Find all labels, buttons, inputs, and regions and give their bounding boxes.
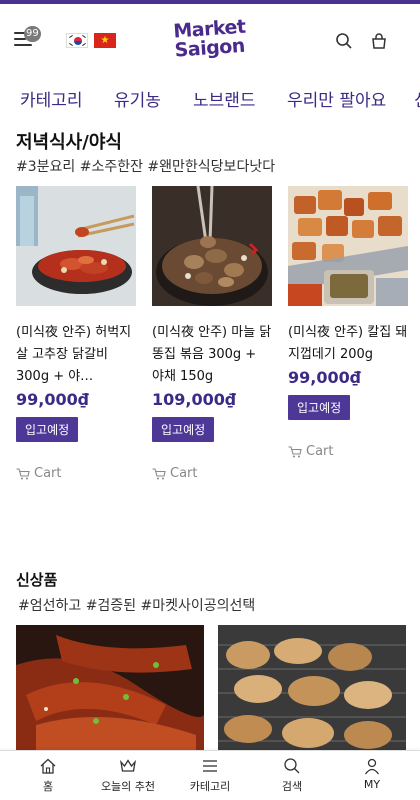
product-price: 109,000₫ [152, 390, 237, 409]
logo-line2: Saigon [173, 34, 246, 62]
vietnam-flag-icon[interactable]: ★ [94, 33, 116, 48]
section-tags-dinner: #3분요리 #소주한잔 #왠만한식당보다낫다 [16, 159, 276, 175]
cart-label: Cart [34, 466, 62, 481]
search-icon[interactable] [335, 32, 355, 52]
coming-soon-button[interactable]: 입고예정 [16, 417, 79, 442]
app-header: 99 ★ Market Saigon [0, 4, 420, 76]
nav-item-organic[interactable]: 유기농 [114, 86, 161, 111]
user-icon [364, 758, 380, 775]
list-icon [203, 760, 217, 772]
bottom-nav-category[interactable]: 카테고리 [168, 757, 252, 794]
cart-icon [288, 445, 302, 457]
nav-item-category[interactable]: 카테고리 [20, 86, 83, 111]
nav-item-no-brand[interactable]: 노브랜드 [193, 86, 256, 111]
new-product-image-ribs[interactable] [16, 625, 204, 755]
notification-badge: 99 [24, 26, 41, 42]
korean-flag-icon[interactable] [66, 33, 88, 48]
coming-soon-button[interactable]: 입고예정 [288, 395, 351, 420]
nav-item-exclusive[interactable]: 우리만 팔아요 [287, 86, 386, 111]
cart-icon [16, 467, 30, 479]
bottom-nav-home[interactable]: 홈 [6, 757, 90, 794]
bottom-nav-my[interactable]: MY [330, 757, 414, 791]
product-price: 99,000₫ [288, 368, 361, 387]
bottom-nav-search[interactable]: 검색 [250, 757, 334, 794]
section-title-dinner: 저녁식사/야식 [16, 132, 122, 153]
cart-label: Cart [170, 466, 198, 481]
category-nav: 카테고리 유기농 노브랜드 우리만 팔아요 신 [0, 76, 420, 124]
product-image-pork-skin[interactable] [288, 186, 408, 306]
product-name[interactable]: (미식夜 안주) 허벅지살 고추장 닭갈비 300g + 야… [16, 322, 136, 388]
product-card[interactable]: (미식夜 안주) 마늘 닭똥집 볶음 300g + 야채 150g 109,00… [152, 186, 272, 481]
product-card[interactable]: (미식夜 안주) 칼집 돼지껍데기 200g 99,000₫ 입고예정 Cart [288, 186, 408, 459]
nav-item-new-partial[interactable]: 신 [414, 86, 420, 111]
bottom-nav-my-label: MY [363, 778, 381, 791]
search-icon [284, 758, 300, 774]
cart-icon [152, 467, 166, 479]
shopping-bag-icon[interactable] [370, 32, 390, 52]
product-price: 99,000₫ [16, 390, 89, 409]
new-product-image-grilled-chicken[interactable] [218, 625, 406, 755]
bottom-navigation: 홈 오늘의 추천 카테고리 검색 MY [0, 750, 420, 800]
product-name[interactable]: (미식夜 안주) 마늘 닭똥집 볶음 300g + 야채 150g [152, 322, 272, 388]
bottom-nav-category-label: 카테고리 [189, 780, 231, 793]
home-icon [40, 758, 56, 774]
section-tags-new-products: #엄선하고 #검증된 #마켓사이공의선택 [18, 598, 256, 614]
bottom-nav-home-label: 홈 [42, 780, 54, 793]
add-to-cart-link[interactable]: Cart [152, 466, 272, 481]
crown-icon [119, 759, 137, 772]
section-title-new-products: 신상품 [16, 571, 58, 589]
product-image-gizzard[interactable] [152, 186, 272, 306]
coming-soon-button[interactable]: 입고예정 [152, 417, 215, 442]
cart-label: Cart [306, 444, 334, 459]
add-to-cart-link[interactable]: Cart [288, 444, 408, 459]
product-card[interactable]: (미식夜 안주) 허벅지살 고추장 닭갈비 300g + 야… 99,000₫ … [16, 186, 136, 481]
bottom-nav-recommend-label: 오늘의 추천 [100, 780, 156, 793]
product-image-spicy-chicken[interactable] [16, 186, 136, 306]
bottom-nav-recommend[interactable]: 오늘의 추천 [86, 757, 170, 794]
market-saigon-logo[interactable]: Market Saigon [173, 16, 251, 62]
bottom-nav-search-label: 검색 [281, 780, 303, 793]
add-to-cart-link[interactable]: Cart [16, 466, 136, 481]
